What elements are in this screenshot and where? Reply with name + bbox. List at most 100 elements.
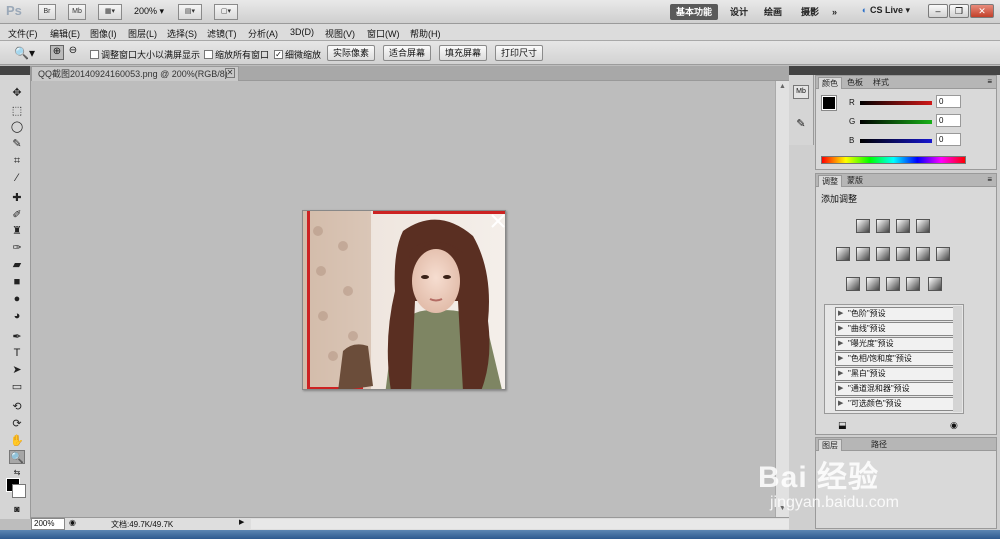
channel-b-input[interactable]: 0: [936, 133, 961, 146]
3d-orbit-tool-icon[interactable]: ⟳: [9, 417, 25, 431]
panel-menu-icon[interactable]: ≡: [987, 77, 992, 86]
channel-g-input[interactable]: 0: [936, 114, 961, 127]
menu-edit[interactable]: 编辑(E): [50, 27, 80, 40]
view-extras-button[interactable]: ▦▾: [98, 4, 122, 20]
vibrance-icon[interactable]: [836, 247, 850, 261]
levels-icon[interactable]: [876, 219, 890, 233]
curves-icon[interactable]: [896, 219, 910, 233]
posterize-icon[interactable]: [866, 277, 880, 291]
actual-pixels-button[interactable]: 实际像素: [327, 45, 375, 61]
color-panel-foreground-swatch[interactable]: [821, 95, 837, 111]
preset-levels[interactable]: "色阶"预设: [835, 307, 961, 321]
menu-filter[interactable]: 滤镜(T): [207, 27, 237, 40]
menu-file[interactable]: 文件(F): [8, 27, 38, 40]
workspace-essentials[interactable]: 基本功能: [670, 4, 719, 20]
clone-stamp-tool-icon[interactable]: ♜: [9, 224, 25, 238]
dodge-tool-icon[interactable]: ◕: [9, 309, 25, 323]
zoom-in-icon[interactable]: ⊕: [50, 45, 64, 60]
presets-scrollbar[interactable]: [953, 306, 962, 412]
close-document-icon[interactable]: ✕: [225, 68, 235, 78]
tab-styles[interactable]: 样式: [870, 77, 892, 89]
status-info-icon[interactable]: ◉: [69, 518, 76, 527]
menu-layer[interactable]: 图层(L): [128, 27, 157, 40]
blur-tool-icon[interactable]: ●: [9, 292, 25, 306]
horizontal-scrollbar[interactable]: [251, 519, 789, 529]
adjustment-visibility-icon[interactable]: ◉: [950, 420, 958, 431]
crop-tool-icon[interactable]: ⌗: [9, 154, 25, 168]
status-menu-arrow-icon[interactable]: ▶: [239, 518, 244, 526]
channel-mixer-icon[interactable]: [936, 247, 950, 261]
color-balance-icon[interactable]: [876, 247, 890, 261]
photo-filter-icon[interactable]: [916, 247, 930, 261]
tab-color[interactable]: 颜色: [818, 77, 842, 89]
close-window-button[interactable]: ✕: [970, 4, 994, 18]
preset-channel-mixer[interactable]: "通道混和器"预设: [835, 382, 961, 396]
arrange-documents-button[interactable]: ▤▾: [178, 4, 202, 20]
brush-tool-icon[interactable]: ✐: [9, 208, 25, 222]
channel-g-slider[interactable]: [860, 120, 932, 124]
black-white-icon[interactable]: [896, 247, 910, 261]
zoom-tool-preset-icon[interactable]: 🔍▾: [14, 46, 35, 60]
eyedropper-tool-icon[interactable]: ⁄: [9, 171, 25, 185]
cs-live-button[interactable]: ◐ CS Live ▾: [862, 5, 910, 16]
scrubby-zoom-checkbox[interactable]: ✓ 细微缩放: [274, 48, 321, 61]
tab-layers[interactable]: 图层: [818, 439, 842, 451]
panel-menu-icon[interactable]: ≡: [987, 175, 992, 184]
fill-screen-button[interactable]: 填充屏幕: [439, 45, 487, 61]
pen-tool-icon[interactable]: ✒: [9, 330, 25, 344]
marquee-tool-icon[interactable]: ⬚: [9, 104, 25, 118]
tab-adjustments[interactable]: 调整: [818, 175, 842, 187]
menu-3d[interactable]: 3D(D): [290, 27, 314, 37]
menu-window[interactable]: 窗口(W): [367, 27, 400, 40]
restore-button[interactable]: ❐: [949, 4, 969, 18]
selective-color-icon[interactable]: [928, 277, 942, 291]
preset-black-white[interactable]: "黑白"预设: [835, 367, 961, 381]
preset-hue-saturation[interactable]: "色相/饱和度"预设: [835, 352, 961, 366]
gradient-map-icon[interactable]: [906, 277, 920, 291]
mini-bridge-button[interactable]: Mb: [68, 4, 86, 20]
exposure-icon[interactable]: [916, 219, 930, 233]
menu-select[interactable]: 选择(S): [167, 27, 197, 40]
zoom-out-icon[interactable]: ⊖: [66, 45, 80, 60]
channel-b-slider[interactable]: [860, 139, 932, 143]
resize-windows-checkbox[interactable]: 调整窗口大小以满屏显示: [90, 48, 200, 61]
minimize-button[interactable]: –: [928, 4, 948, 18]
background-color-swatch[interactable]: [12, 484, 26, 498]
document-tab[interactable]: QQ截图20140924160053.png @ 200%(RGB/8) ✕: [31, 66, 239, 81]
screen-mode-button[interactable]: ▢▾: [214, 4, 238, 20]
brightness-contrast-icon[interactable]: [856, 219, 870, 233]
menu-help[interactable]: 帮助(H): [410, 27, 441, 40]
shape-tool-icon[interactable]: ▭: [9, 380, 25, 394]
zoom-level-select[interactable]: 200% ▾: [134, 6, 164, 17]
quick-mask-icon[interactable]: ◙: [9, 502, 25, 516]
menu-view[interactable]: 视图(V): [325, 27, 355, 40]
zoom-tool-icon[interactable]: 🔍: [9, 450, 25, 464]
tab-masks[interactable]: 蒙版: [844, 175, 866, 187]
workspace-painting[interactable]: 绘画: [758, 4, 788, 20]
tab-swatches[interactable]: 色板: [844, 77, 866, 89]
menu-analysis[interactable]: 分析(A): [248, 27, 278, 40]
lasso-tool-icon[interactable]: ◯: [9, 120, 25, 134]
type-tool-icon[interactable]: T: [9, 346, 25, 360]
tools-panel-header[interactable]: [0, 66, 30, 75]
hue-saturation-icon[interactable]: [856, 247, 870, 261]
history-brush-tool-icon[interactable]: ✑: [9, 241, 25, 255]
workspace-photography[interactable]: 摄影: [795, 4, 825, 20]
dock-header[interactable]: [789, 66, 1000, 75]
brush-panel-icon[interactable]: ✎: [793, 117, 809, 131]
invert-icon[interactable]: [846, 277, 860, 291]
quick-selection-tool-icon[interactable]: ✎: [9, 137, 25, 151]
path-selection-tool-icon[interactable]: ➤: [9, 363, 25, 377]
move-tool-icon[interactable]: ✥: [9, 86, 25, 100]
preset-curves[interactable]: "曲线"预设: [835, 322, 961, 336]
hand-tool-icon[interactable]: ✋: [9, 434, 25, 448]
tab-paths[interactable]: 路径: [868, 439, 890, 451]
menu-image[interactable]: 图像(I): [90, 27, 117, 40]
fit-screen-button[interactable]: 适合屏幕: [383, 45, 431, 61]
print-size-button[interactable]: 打印尺寸: [495, 45, 543, 61]
preset-exposure[interactable]: "曝光度"预设: [835, 337, 961, 351]
adjustment-clip-icon[interactable]: ⬓: [838, 420, 847, 431]
3d-rotate-tool-icon[interactable]: ⟲: [9, 400, 25, 414]
gradient-tool-icon[interactable]: ■: [9, 275, 25, 289]
status-zoom-input[interactable]: 200%: [31, 518, 65, 530]
